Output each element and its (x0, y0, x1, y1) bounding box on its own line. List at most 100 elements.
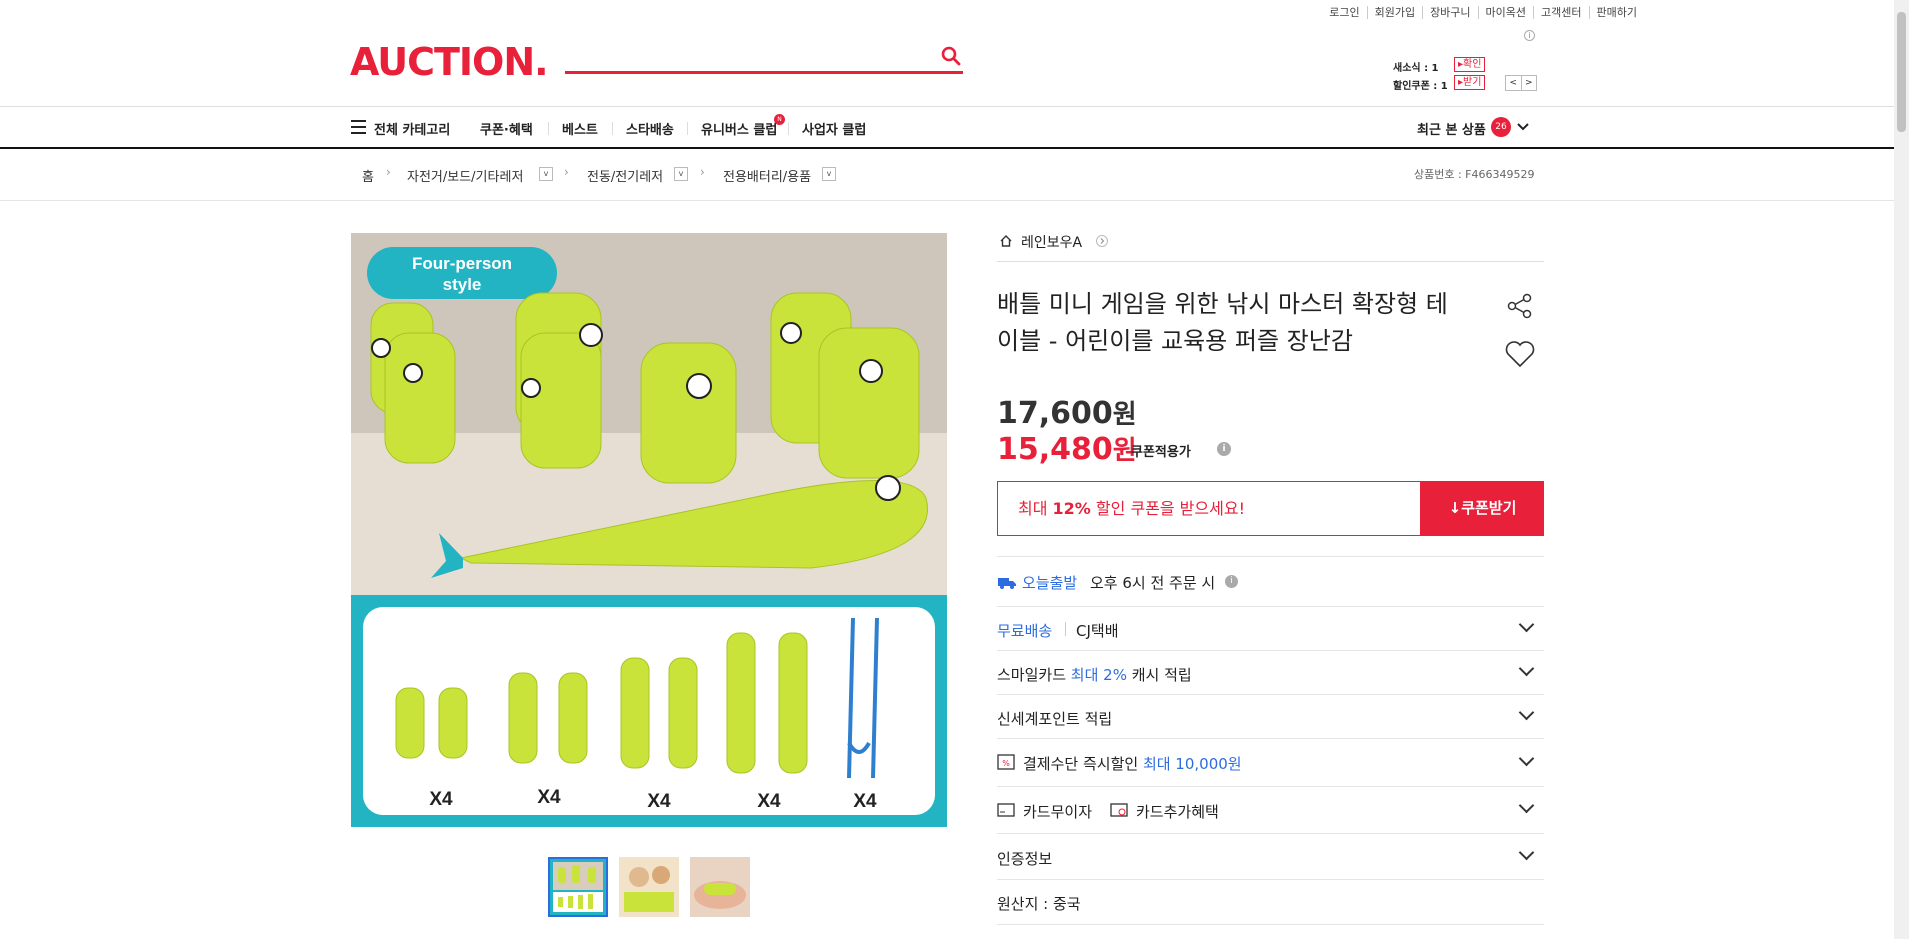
today-ship-label: 오늘출발 (1022, 574, 1078, 592)
count-label: X4 (757, 791, 781, 812)
card-interest-label: 카드무이자 (1023, 803, 1093, 821)
card-benefit-row[interactable]: 카드무이자 카드추가혜택 (997, 786, 1544, 833)
next-arrow-icon[interactable]: > (1522, 76, 1537, 90)
nav-separator (612, 122, 613, 135)
coupon-label: 할인쿠폰 : 1 (1393, 81, 1448, 92)
search-icon[interactable] (940, 45, 962, 67)
today-ship-desc: 오후 6시 전 주문 시 (1090, 574, 1216, 592)
prev-arrow-icon[interactable]: < (1506, 76, 1522, 90)
shipping-row[interactable]: 무료배송 CJ택배 (997, 606, 1544, 650)
today-ship-row: 오늘출발 오후 6시 전 주문 시 i (997, 556, 1544, 606)
chevron-down-icon[interactable] (1518, 616, 1535, 633)
heart-icon[interactable] (1504, 340, 1536, 368)
certification-label: 인증정보 (997, 850, 1053, 868)
courier-label: CJ택배 (1076, 622, 1119, 640)
main-nav: 전체 카테고리 쿠폰·혜택 베스트 스타배송 유니버스 클럽 N 사업자 클럽 … (0, 107, 1909, 149)
smilecard-text: 스마일카드 (997, 666, 1071, 684)
new-badge: N (774, 114, 785, 125)
customer-center-link[interactable]: 고객센터 (1533, 6, 1588, 19)
product-title: 배틀 미니 게임을 위한 낚시 마스터 확장형 테이블 - 어린이를 교육용 퍼… (997, 290, 1448, 355)
nav-business-club[interactable]: 사업자 클럽 (802, 119, 866, 138)
chevron-down-icon[interactable] (1518, 704, 1535, 721)
chevron-right-icon: › (564, 165, 569, 179)
recent-products[interactable]: 최근 본 상품 (1417, 119, 1486, 138)
product-number: 상품번호 : F466349529 (1414, 168, 1535, 181)
get-coupon-button[interactable]: ↓쿠폰받기 (1421, 481, 1544, 536)
seller-name[interactable]: 레인보우A (1021, 232, 1082, 252)
menu-icon[interactable] (351, 120, 366, 134)
truck-icon (998, 578, 1016, 589)
card-icon (997, 803, 1015, 817)
breadcrumb-home[interactable]: 홈 (362, 166, 374, 185)
scrollbar-thumb[interactable] (1897, 12, 1906, 132)
news-confirm-button[interactable]: ▸확인 (1454, 57, 1486, 72)
chevron-down-icon[interactable] (1518, 844, 1535, 861)
ssg-point-row[interactable]: 신세계포인트 적립 (997, 694, 1544, 738)
sell-link[interactable]: 판매하기 (1588, 6, 1644, 19)
thumbnail-1[interactable] (548, 857, 608, 917)
sale-price-value: 15,480 (997, 432, 1113, 467)
coupon-banner[interactable]: 최대 12% 할인 쿠폰을 받으세요! (997, 481, 1421, 536)
ssg-point-label: 신세계포인트 적립 (997, 710, 1113, 728)
product-main-image[interactable]: Four-person style X4 X4 X4 X4 X4 (351, 233, 947, 827)
cart-link[interactable]: 장바구니 (1422, 6, 1477, 19)
nav-best[interactable]: 베스트 (562, 119, 598, 138)
breadcrumb: 홈 › 자전거/보드/기타레저 v › 전동/전기레저 v › 전용배터리/용품… (0, 150, 1909, 201)
login-link[interactable]: 로그인 (1322, 6, 1366, 19)
chevron-down-icon[interactable] (1518, 797, 1535, 814)
chevron-right-icon: › (386, 165, 391, 179)
chevron-down-icon[interactable]: v (822, 167, 836, 181)
home-icon (1000, 235, 1012, 247)
my-auction-link[interactable]: 마이옥션 (1477, 6, 1533, 19)
chevron-down-icon[interactable]: v (539, 167, 553, 181)
smilecard-suffix: 캐시 적립 (1126, 666, 1192, 684)
nav-universe-club[interactable]: 유니버스 클럽 (701, 119, 777, 138)
coupon-price-label: 쿠폰적용가 (1131, 445, 1191, 460)
utility-links: 로그인 회원가입 장바구니 마이옥션 고객센터 판매하기 (1322, 6, 1644, 19)
breadcrumb-item[interactable]: 자전거/보드/기타레저 (407, 166, 523, 185)
news-label: 새소식 : 1 (1393, 63, 1439, 74)
mini-pager: < > (1505, 75, 1537, 91)
chevron-down-icon[interactable] (1518, 660, 1535, 677)
coupon-text-pre: 최대 (1018, 499, 1053, 518)
coupon-receive-button[interactable]: ▸받기 (1454, 75, 1486, 90)
thumbnail-2[interactable] (619, 857, 679, 917)
count-label: X4 (429, 789, 453, 810)
coupon-text-post: 할인 쿠폰을 받으세요! (1090, 499, 1245, 518)
nav-star-delivery[interactable]: 스타배송 (626, 119, 674, 138)
thumbnail-3[interactable] (690, 857, 750, 917)
card-plus-icon (1110, 803, 1128, 817)
signup-link[interactable]: 회원가입 (1366, 6, 1422, 19)
certification-row[interactable]: 인증정보 (997, 833, 1544, 879)
nav-all-categories[interactable]: 전체 카테고리 (374, 119, 450, 138)
share-icon[interactable] (1506, 292, 1534, 320)
image-badge-line1: Four-person (412, 254, 512, 273)
thumbnail-image (619, 857, 679, 917)
nav-separator (548, 122, 549, 135)
search-input[interactable] (565, 71, 963, 74)
nav-coupon-benefit[interactable]: 쿠폰·혜택 (480, 119, 533, 138)
chevron-right-icon[interactable] (1096, 235, 1108, 247)
chevron-down-icon[interactable]: v (674, 167, 688, 181)
info-icon[interactable]: i (1524, 30, 1535, 41)
image-badge-line2: style (443, 275, 482, 294)
smilecard-row[interactable]: 스마일카드 최대 2% 캐시 적립 (997, 650, 1544, 694)
original-price-value: 17,600 (997, 396, 1113, 431)
payment-discount-text: 결제수단 즉시할인 (1023, 755, 1143, 773)
chevron-down-icon[interactable] (1518, 750, 1535, 767)
logo[interactable]: AUCTION. (350, 40, 549, 84)
breadcrumb-item[interactable]: 전용배터리/용품 (723, 166, 811, 185)
nav-separator (687, 122, 688, 135)
seller-row: 레인보우A (997, 230, 1544, 262)
sale-price: 15,480원 (997, 430, 1137, 467)
payment-discount-label: 결제수단 즉시할인 최대 10,000원 (1023, 753, 1242, 774)
payment-discount-row[interactable]: % 결제수단 즉시할인 최대 10,000원 (997, 738, 1544, 786)
origin-row: 원산지 : 중국 (997, 879, 1544, 925)
info-icon[interactable]: i (1217, 442, 1231, 456)
origin-label: 원산지 : 중국 (997, 895, 1081, 913)
count-label: X4 (853, 791, 877, 812)
info-icon[interactable]: i (1225, 575, 1238, 588)
breadcrumb-item[interactable]: 전동/전기레저 (587, 166, 663, 185)
scrollbar[interactable] (1894, 0, 1909, 939)
chevron-down-icon[interactable] (1517, 122, 1529, 132)
